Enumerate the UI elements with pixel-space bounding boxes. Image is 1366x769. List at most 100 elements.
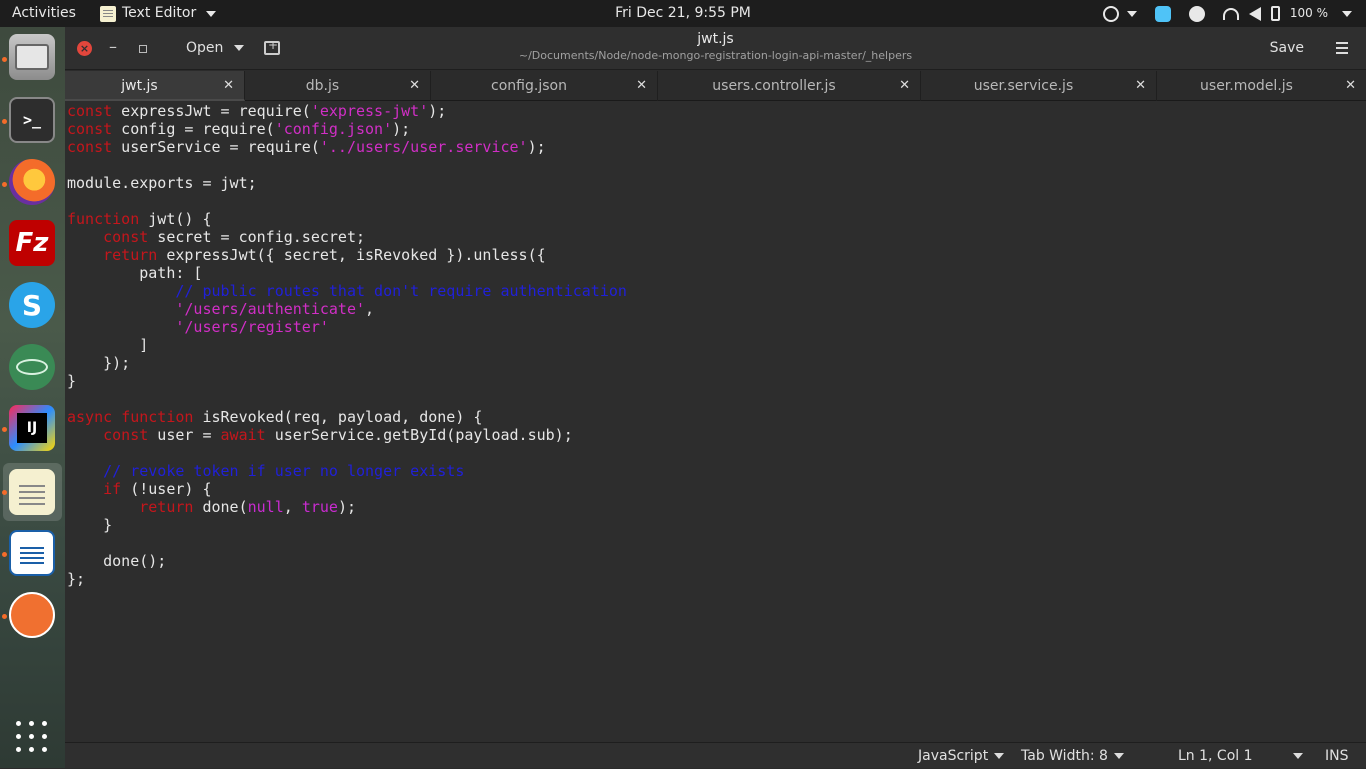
code-line[interactable]: module.exports = jwt; bbox=[67, 174, 257, 192]
code-token: isRevoked(req, payload, done) { bbox=[193, 408, 483, 426]
skype-icon[interactable]: S bbox=[9, 282, 55, 328]
system-tray[interactable]: 100 % bbox=[1102, 0, 1352, 27]
code-token: jwt() { bbox=[139, 210, 212, 228]
code-token: } bbox=[67, 372, 77, 390]
code-line[interactable]: // revoke token if user no longer exists bbox=[67, 462, 464, 480]
tab-bar: jwt.js ✕ db.js ✕ config.json ✕ users.con… bbox=[65, 71, 1366, 101]
writer-icon[interactable] bbox=[9, 530, 55, 576]
code-line[interactable]: return expressJwt({ secret, isRevoked })… bbox=[67, 246, 546, 264]
code-line[interactable]: const user = await userService.getById(p… bbox=[67, 426, 573, 444]
code-line[interactable]: ] bbox=[67, 336, 148, 354]
dock: >_ Fz S IJ bbox=[0, 27, 65, 768]
code-token: ] bbox=[67, 336, 149, 354]
postman-icon[interactable] bbox=[9, 592, 55, 638]
code-token: , bbox=[283, 498, 302, 516]
code-token: }; bbox=[67, 570, 86, 588]
volume-icon[interactable] bbox=[1248, 6, 1261, 21]
wifi-icon[interactable] bbox=[1222, 7, 1239, 20]
code-line[interactable]: path: [ bbox=[67, 264, 202, 282]
close-tab-icon[interactable]: ✕ bbox=[899, 71, 910, 101]
sync-icon[interactable] bbox=[1188, 5, 1205, 22]
code-editor[interactable]: const expressJwt = require('express-jwt'… bbox=[65, 101, 1366, 742]
code-line[interactable]: if (!user) { bbox=[67, 480, 212, 498]
running-indicator bbox=[2, 182, 7, 187]
code-line[interactable]: }; bbox=[67, 570, 85, 588]
terminal-icon[interactable]: >_ bbox=[9, 97, 55, 143]
code-token: function bbox=[121, 408, 194, 426]
code-line[interactable]: async function isRevoked(req, payload, d… bbox=[67, 408, 482, 426]
battery-icon[interactable] bbox=[1270, 6, 1280, 21]
skype-tray-icon[interactable] bbox=[1154, 5, 1171, 22]
code-line[interactable]: '/users/authenticate', bbox=[67, 300, 374, 318]
code-token: userService = require( bbox=[112, 138, 320, 156]
code-token: if bbox=[103, 480, 122, 498]
code-line[interactable]: }); bbox=[67, 354, 130, 372]
tab-config-json[interactable]: config.json ✕ bbox=[431, 71, 658, 101]
code-token: , bbox=[365, 300, 375, 318]
running-indicator bbox=[2, 57, 7, 62]
code-token: (!user) { bbox=[121, 480, 212, 498]
code-line[interactable]: } bbox=[67, 516, 112, 534]
filezilla-icon[interactable]: Fz bbox=[9, 220, 55, 266]
tab-jwt-js[interactable]: jwt.js ✕ bbox=[65, 71, 245, 101]
tab-user-service-js[interactable]: user.service.js ✕ bbox=[921, 71, 1157, 101]
code-token: done(); bbox=[67, 552, 167, 570]
atom-icon[interactable] bbox=[9, 344, 55, 390]
code-line[interactable]: return done(null, true); bbox=[67, 498, 356, 516]
code-token: secret = config.secret; bbox=[148, 228, 366, 246]
intellij-icon[interactable]: IJ bbox=[9, 405, 55, 451]
close-tab-icon[interactable]: ✕ bbox=[223, 71, 234, 101]
code-token: expressJwt = require( bbox=[112, 102, 311, 120]
code-token: }); bbox=[67, 354, 131, 372]
code-token: expressJwt({ secret, isRevoked }).unless… bbox=[157, 246, 546, 264]
close-tab-icon[interactable]: ✕ bbox=[1345, 71, 1356, 101]
accessibility-icon[interactable] bbox=[1102, 5, 1119, 22]
code-token: return bbox=[139, 498, 194, 516]
code-token: '/users/authenticate' bbox=[175, 300, 366, 318]
cursor-position-selector[interactable]: Ln 1, Col 1 bbox=[1178, 743, 1303, 769]
code-line[interactable]: const userService = require('../users/us… bbox=[67, 138, 546, 156]
status-bar: JavaScript Tab Width: 8 Ln 1, Col 1 INS bbox=[65, 742, 1366, 768]
code-line[interactable]: // public routes that don't require auth… bbox=[67, 282, 627, 300]
running-indicator bbox=[2, 552, 7, 557]
code-token: '/users/register' bbox=[175, 318, 329, 336]
tab-label: jwt.js bbox=[121, 78, 158, 94]
language-label: JavaScript bbox=[918, 748, 989, 764]
code-line[interactable]: const expressJwt = require('express-jwt'… bbox=[67, 102, 446, 120]
hamburger-menu-icon[interactable] bbox=[1336, 42, 1348, 44]
language-selector[interactable]: JavaScript bbox=[918, 743, 1005, 769]
tab-label: config.json bbox=[491, 78, 567, 94]
app-grid-icon[interactable] bbox=[16, 721, 48, 753]
code-line[interactable]: const secret = config.secret; bbox=[67, 228, 365, 246]
code-token: true bbox=[301, 498, 338, 516]
tab-users-controller-js[interactable]: users.controller.js ✕ bbox=[658, 71, 921, 101]
code-line[interactable]: function jwt() { bbox=[67, 210, 212, 228]
code-line[interactable]: done(); bbox=[67, 552, 166, 570]
chevron-down-icon bbox=[1126, 10, 1137, 17]
tab-label: users.controller.js bbox=[712, 78, 836, 94]
code-token: user = bbox=[148, 426, 221, 444]
code-line[interactable]: } bbox=[67, 372, 76, 390]
text-editor-icon[interactable] bbox=[9, 469, 55, 515]
tab-label: user.service.js bbox=[973, 78, 1074, 94]
code-line[interactable]: const config = require('config.json'); bbox=[67, 120, 410, 138]
tab-user-model-js[interactable]: user.model.js ✕ bbox=[1157, 71, 1366, 101]
tab-db-js[interactable]: db.js ✕ bbox=[245, 71, 431, 101]
code-line[interactable]: '/users/register' bbox=[67, 318, 329, 336]
close-tab-icon[interactable]: ✕ bbox=[1135, 71, 1146, 101]
firefox-icon[interactable] bbox=[9, 159, 55, 205]
code-token: null bbox=[247, 498, 284, 516]
close-tab-icon[interactable]: ✕ bbox=[409, 71, 420, 101]
save-button[interactable]: Save bbox=[1270, 27, 1304, 70]
files-icon[interactable] bbox=[9, 34, 55, 80]
tab-width-selector[interactable]: Tab Width: 8 bbox=[1021, 743, 1124, 769]
chevron-down-icon bbox=[1342, 10, 1352, 17]
close-tab-icon[interactable]: ✕ bbox=[636, 71, 647, 101]
code-token: // revoke token if user no longer exists bbox=[103, 462, 465, 480]
